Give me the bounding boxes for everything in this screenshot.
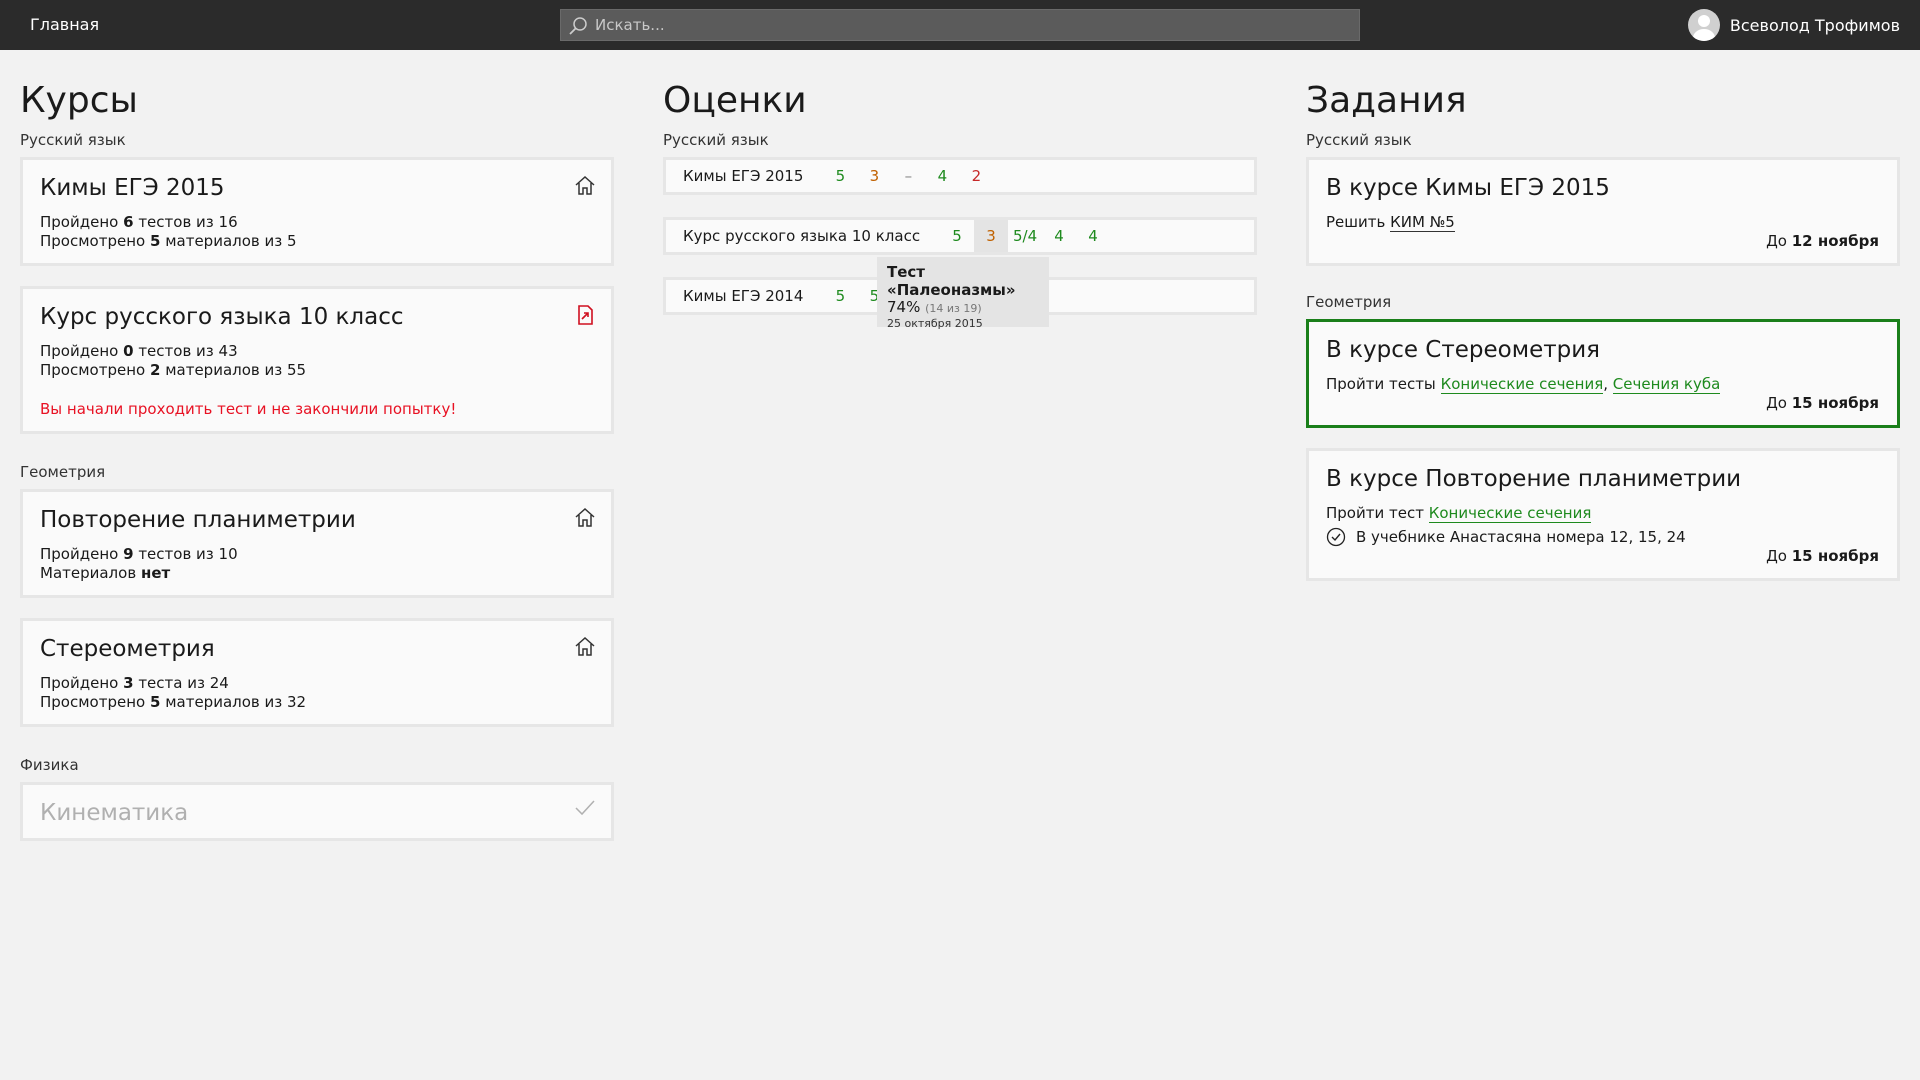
checkmark-icon <box>575 800 595 816</box>
user-name: Всеволод Трофимов <box>1729 15 1900 35</box>
grade-cell[interactable]: 5 <box>823 287 857 305</box>
tests-progress: Пройдено 0 тестов из 43 <box>40 342 238 360</box>
grade-cell[interactable]: 5 <box>823 167 857 185</box>
section-label: Русский язык <box>1306 131 1412 149</box>
grade-course-name: Кимы ЕГЭ 2014 <box>683 287 804 305</box>
task-card-selected[interactable]: В курсе Стереометрия Пройти тесты Кониче… <box>1306 319 1900 428</box>
search-icon <box>569 17 587 35</box>
grades-title: Оценки <box>663 80 807 121</box>
task-link[interactable]: КИМ №5 <box>1390 213 1455 232</box>
user-menu[interactable]: Всеволод Трофимов <box>1687 9 1900 41</box>
course-card[interactable]: Курс русского языка 10 класс Пройдено 0 … <box>20 286 614 434</box>
task-link[interactable]: Конические сечения <box>1428 504 1592 523</box>
grade-cell[interactable]: 5 <box>940 227 974 245</box>
home-icon[interactable] <box>573 506 597 530</box>
grade-cell[interactable]: 2 <box>959 167 993 185</box>
tasks-title: Задания <box>1306 80 1467 121</box>
home-link[interactable]: Главная <box>30 15 99 34</box>
home-icon[interactable] <box>573 635 597 659</box>
tooltip-date: 25 октября 2015 <box>887 317 983 330</box>
materials-progress: Просмотрено 5 материалов из 32 <box>40 693 307 711</box>
grade-course-name: Кимы ЕГЭ 2015 <box>683 167 804 185</box>
course-title: Кимы ЕГЭ 2015 <box>40 175 225 201</box>
task-action: Решить КИМ №5 <box>1326 213 1455 232</box>
search-input[interactable] <box>595 10 1335 40</box>
search-box[interactable] <box>560 9 1360 41</box>
tests-progress: Пройдено 3 теста из 24 <box>40 674 229 692</box>
course-title: Кинематика <box>40 800 189 826</box>
grade-cell[interactable]: 4 <box>1076 227 1110 245</box>
unfinished-test-warning[interactable]: Вы начали проходить тест и не закончили … <box>40 400 593 419</box>
course-title: Стереометрия <box>40 636 215 662</box>
task-title: В курсе Стереометрия <box>1326 337 1601 363</box>
section-label: Геометрия <box>1306 293 1392 311</box>
task-action: Пройти тест Конические сечения <box>1326 504 1592 523</box>
grade-course-name: Курс русского языка 10 класс <box>683 227 921 245</box>
section-label: Русский язык <box>20 131 126 149</box>
grade-cell[interactable]: 3 <box>857 167 891 185</box>
section-label: Русский язык <box>663 131 769 149</box>
document-alert-icon[interactable] <box>573 303 597 327</box>
task-action: Пройти тесты Конические сечения, Сечения… <box>1326 375 1721 394</box>
task-title: В курсе Кимы ЕГЭ 2015 <box>1326 175 1610 201</box>
course-card[interactable]: Повторение планиметрии Пройдено 9 тестов… <box>20 489 614 598</box>
grade-row[interactable]: Кимы ЕГЭ 2015 5 3 – 4 2 <box>663 157 1257 195</box>
avatar <box>1687 9 1720 41</box>
materials-progress: Просмотрено 5 материалов из 5 <box>40 232 297 250</box>
materials-progress: Просмотрено 2 материалов из 55 <box>40 361 307 379</box>
materials-progress: Материалов нет <box>40 564 171 582</box>
section-label: Физика <box>20 756 79 774</box>
task-due: До 12 ноября <box>1766 232 1879 250</box>
grade-cell[interactable]: 4 <box>1042 227 1076 245</box>
grade-tooltip: Тест «Палеоназмы» 74% (14 из 19) 25 октя… <box>877 257 1049 330</box>
task-checklist-item[interactable]: В учебнике Анастасяна номера 12, 15, 24 <box>1326 527 1879 547</box>
tasks-column: Задания Русский язык В курсе Кимы ЕГЭ 20… <box>1306 78 1900 581</box>
task-card[interactable]: В курсе Повторение планиметрии Пройти те… <box>1306 448 1900 581</box>
grade-cell[interactable]: – <box>891 167 925 185</box>
course-card[interactable]: Кимы ЕГЭ 2015 Пройдено 6 тестов из 16 Пр… <box>20 157 614 266</box>
course-card[interactable]: Кинематика <box>20 782 614 841</box>
grade-row[interactable]: Курс русского языка 10 класс 5 3 5/4 4 4 <box>663 217 1257 255</box>
top-bar: Главная Всеволод Трофимов <box>0 0 1920 50</box>
course-card[interactable]: Стереометрия Пройдено 3 теста из 24 Прос… <box>20 618 614 727</box>
task-card[interactable]: В курсе Кимы ЕГЭ 2015 Решить КИМ №5 До 1… <box>1306 157 1900 266</box>
courses-title: Курсы <box>20 80 138 121</box>
section-label: Геометрия <box>20 463 106 481</box>
tests-progress: Пройдено 9 тестов из 10 <box>40 545 238 563</box>
courses-column: Курсы Русский язык Кимы ЕГЭ 2015 Пройден… <box>20 78 614 841</box>
tooltip-percent: 74% (14 из 19) <box>887 298 982 316</box>
task-title: В курсе Повторение планиметрии <box>1326 466 1742 492</box>
grade-cell[interactable]: 5/4 <box>1008 227 1042 245</box>
check-circle-icon[interactable] <box>1326 527 1346 547</box>
tooltip-title: Тест «Палеоназмы» <box>887 263 1016 299</box>
task-due: До 15 ноября <box>1766 394 1879 412</box>
task-link[interactable]: Конические сечения <box>1440 375 1604 394</box>
tests-progress: Пройдено 6 тестов из 16 <box>40 213 238 231</box>
grade-cell-selected[interactable]: 3 <box>974 220 1009 252</box>
task-due: До 15 ноября <box>1766 547 1879 565</box>
course-title: Повторение планиметрии <box>40 507 356 533</box>
task-link[interactable]: Сечения куба <box>1612 375 1721 394</box>
course-title: Курс русского языка 10 класс <box>40 304 404 330</box>
grade-cell[interactable]: 4 <box>925 167 959 185</box>
home-icon[interactable] <box>573 174 597 198</box>
